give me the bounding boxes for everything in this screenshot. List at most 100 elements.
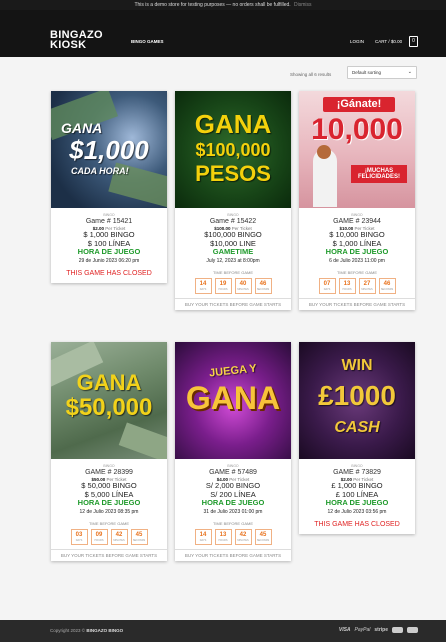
card-icon [407,627,418,633]
dismiss-link[interactable]: Dismiss [294,2,312,8]
countdown-unit: HOURS [218,538,228,542]
product-category[interactable]: BINGO [175,464,291,468]
product-title[interactable]: GAME # 23944 [299,218,415,225]
countdown-unit: SECONDS [132,538,146,542]
product-image[interactable]: ¡Gánate! 10,000 ¡MUCHAS FELICIDADES! [299,91,415,208]
site-footer: Copyright 2023 © BINGAZO BINGO VISA PayP… [0,620,446,642]
countdown-unit: SECONDS [256,287,270,291]
stripe-icon: stripe [374,627,388,633]
time-before-game-label: TIME BEFORE GAME [212,269,253,275]
product-category[interactable]: BINGO [51,213,167,217]
product-title[interactable]: GAME # 73829 [299,469,415,476]
countdown-value: 46 [383,280,391,287]
countdown-unit: MINUTES [113,538,125,542]
product-card[interactable]: GANA $50,000 BINGO GAME # 28399 $50.00 P… [51,342,167,561]
mastercard-icon [392,627,403,633]
countdown-unit: HOURS [342,287,352,291]
countdown-value: 03 [75,531,83,538]
countdown-unit: MINUTES [361,287,373,291]
copyright-text: Copyright 2023 © [50,628,86,633]
buy-tickets-button[interactable]: BUY YOUR TICKETS BEFORE GAME STARTS [299,297,415,310]
sort-selected: Default sorting [352,70,382,75]
product-category[interactable]: BINGO [299,464,415,468]
countdown-days: 03 DAYS [70,528,88,545]
product-image[interactable]: WIN £1000 CASH [299,342,415,459]
promo-line1: GANA [61,120,103,136]
product-title[interactable]: GAME # 57489 [175,469,291,476]
login-link[interactable]: LOGIN [350,39,364,44]
promo-line1: ¡Gánate! [323,97,395,112]
countdown-value: 13 [343,280,351,287]
countdown-days: 14 DAYS [194,528,212,545]
countdown-value: 45 [135,531,143,538]
product-card[interactable]: GANA $100,000 PESOS BINGO Game # 15422 $… [175,91,291,310]
buy-tickets-button[interactable]: BUY YOUR TICKETS BEFORE GAME STARTS [175,297,291,310]
countdown-unit: DAYS [199,287,207,291]
game-date: July 12, 2023 at 8:00pm [206,257,260,264]
product-category[interactable]: BINGO [175,213,291,217]
result-count: Showing all 6 results [290,72,332,77]
demo-notice-text: This is a demo store for testing purpose… [134,2,291,8]
promo-line2: GANA [185,380,281,416]
nav-bingo-games[interactable]: BINGO GAMES [131,39,164,44]
countdown: 07 DAYS 13 HOURS 27 MINUTES 46 SECONDS [299,277,415,294]
product-card[interactable]: WIN £1000 CASH BINGO GAME # 73829 $2.00 … [299,342,415,534]
countdown-minutes: 42 MINUTES [234,528,252,545]
product-card[interactable]: GANA $1,000 CADA HORA! BINGO Game # 1542… [51,91,167,283]
promo-line3: CASH [334,419,380,436]
countdown-hours: 13 HOURS [214,528,232,545]
countdown-unit: HOURS [94,538,104,542]
promo-line1: GANA [194,109,272,139]
countdown-seconds: 45 SECONDS [254,528,272,545]
countdown-unit: MINUTES [237,538,249,542]
product-category[interactable]: BINGO [51,464,167,468]
game-time-label: HORA DE JUEGO [201,498,265,507]
countdown-value: 13 [219,531,227,538]
site-header: BINGAZO KIOSK BINGO GAMES LOGIN CART / $… [0,10,446,57]
product-category[interactable]: BINGO [299,213,415,217]
countdown-value: 27 [363,280,371,287]
game-date: 31 de Julio 2023 01:00 pm [203,508,263,515]
product-title[interactable]: GAME # 28399 [51,469,167,476]
countdown-days: 14 DAYS [194,277,212,294]
product-image[interactable]: GANA $1,000 CADA HORA! [51,91,167,208]
product-image[interactable]: JUEGA Y GANA [175,342,291,459]
closed-status: THIS GAME HAS CLOSED [314,520,400,528]
countdown-seconds: 46 SECONDS [254,277,272,294]
promo-line2: 10,000 [311,113,403,146]
product-image[interactable]: GANA $100,000 PESOS [175,91,291,208]
countdown-hours: 19 HOURS [214,277,232,294]
cart-count: 0 [412,38,415,44]
countdown-unit: DAYS [323,287,331,291]
product-title[interactable]: Game # 15422 [175,218,291,225]
product-card[interactable]: ¡Gánate! 10,000 ¡MUCHAS FELICIDADES! BIN… [299,91,415,310]
game-time-label: GAMETIME [212,247,254,256]
product-image[interactable]: GANA $50,000 [51,342,167,459]
countdown: 14 DAYS 19 HOURS 40 MINUTES 46 SECONDS [175,277,291,294]
countdown-unit: MINUTES [237,287,249,291]
product-card[interactable]: JUEGA Y GANA BINGO GAME # 57489 $4.00 Pe… [175,342,291,561]
promo-line2: £1000 [318,380,396,411]
promo-line3: PESOS [195,161,271,186]
promo-line3: ¡MUCHAS FELICIDADES! [351,165,407,183]
game-date: 29 de Junio 2023 06:20 pm [78,257,140,264]
sort-select[interactable]: Default sorting ⌄ [347,66,417,79]
countdown-value: 46 [259,280,267,287]
buy-tickets-button[interactable]: BUY YOUR TICKETS BEFORE GAME STARTS [175,548,291,561]
countdown: 14 DAYS 13 HOURS 42 MINUTES 45 SECONDS [175,528,291,545]
countdown-unit: DAYS [75,538,83,542]
game-date: 12 de Julio 2023 08:35 pm [79,508,139,515]
cart-icon[interactable]: 0 [409,36,418,47]
buy-tickets-button[interactable]: BUY YOUR TICKETS BEFORE GAME STARTS [51,548,167,561]
time-before-game-label: TIME BEFORE GAME [336,269,377,275]
countdown-value: 14 [199,280,207,287]
game-time-label: HORA DE JUEGO [325,247,389,256]
promo-line2: $100,000 [195,140,271,160]
product-title[interactable]: Game # 15421 [51,218,167,225]
cart-link[interactable]: CART / $0.00 [375,39,402,44]
footer-brand: BINGAZO BINGO [86,628,124,633]
countdown-days: 07 DAYS [318,277,336,294]
site-logo[interactable]: BINGAZO KIOSK [50,30,103,51]
payment-icons: VISA PayPal stripe [339,627,418,633]
countdown-value: 42 [115,531,123,538]
